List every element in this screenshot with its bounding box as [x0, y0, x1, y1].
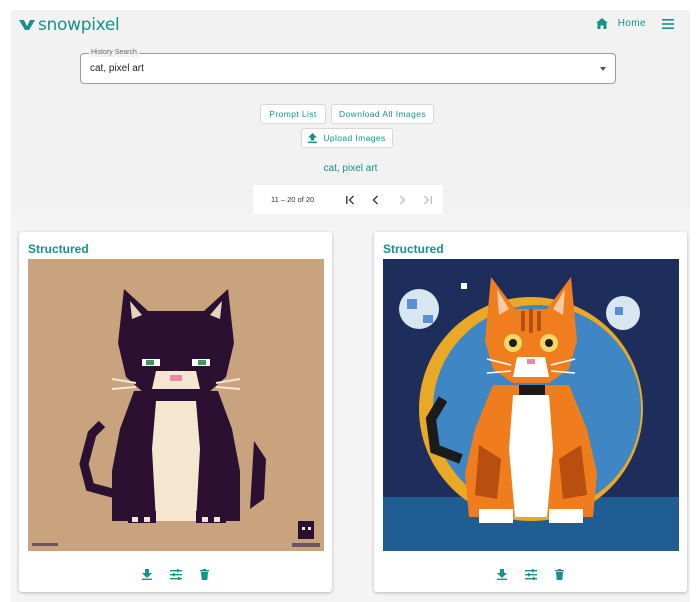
chevron-left-icon[interactable]	[363, 190, 389, 210]
download-icon[interactable]	[492, 566, 512, 582]
chevron-right-icon[interactable]	[389, 190, 415, 210]
card-image[interactable]	[383, 259, 679, 551]
card-actions	[374, 566, 687, 582]
image-card: Structured	[374, 232, 687, 592]
download-icon[interactable]	[137, 566, 157, 582]
first-page-icon[interactable]	[337, 190, 363, 210]
tune-icon[interactable]	[521, 566, 541, 582]
history-search-select[interactable]: History Search cat, pixel art	[80, 49, 616, 84]
card-image[interactable]	[28, 259, 324, 551]
image-card: Structured	[19, 232, 332, 592]
delete-icon[interactable]	[195, 566, 215, 582]
logo[interactable]: snowpixel	[19, 15, 120, 35]
upload-images-button[interactable]: Upload Images	[301, 128, 393, 148]
card-title: Structured	[383, 242, 444, 256]
top-app-bar: snowpixel Home	[11, 10, 690, 44]
controls-panel: History Search cat, pixel art Prompt Lis…	[11, 44, 690, 214]
card-actions	[19, 566, 332, 582]
logo-text: snowpixel	[38, 15, 120, 35]
delete-icon[interactable]	[550, 566, 570, 582]
pagination: 11 – 20 of 20	[253, 185, 443, 214]
snowpixel-logo-icon	[19, 20, 35, 30]
tune-icon[interactable]	[166, 566, 186, 582]
home-link[interactable]: Home	[618, 18, 646, 29]
prompt-list-button[interactable]: Prompt List	[260, 104, 326, 124]
pagination-range: 11 – 20 of 20	[271, 195, 315, 204]
upload-icon	[308, 133, 318, 143]
nav-links: Home	[595, 18, 674, 29]
history-search-label: History Search	[89, 49, 139, 57]
last-page-icon[interactable]	[415, 190, 441, 210]
upload-images-label: Upload Images	[323, 133, 386, 143]
history-search-value: cat, pixel art	[90, 63, 144, 74]
cat-illustration	[32, 289, 320, 547]
current-query: cat, pixel art	[323, 163, 378, 174]
dropdown-arrow-icon[interactable]	[600, 67, 606, 71]
download-all-button[interactable]: Download All Images	[331, 104, 434, 124]
menu-icon[interactable]	[662, 18, 674, 29]
home-icon[interactable]	[595, 18, 608, 29]
cat-illustration	[383, 277, 679, 551]
card-title: Structured	[28, 242, 89, 256]
